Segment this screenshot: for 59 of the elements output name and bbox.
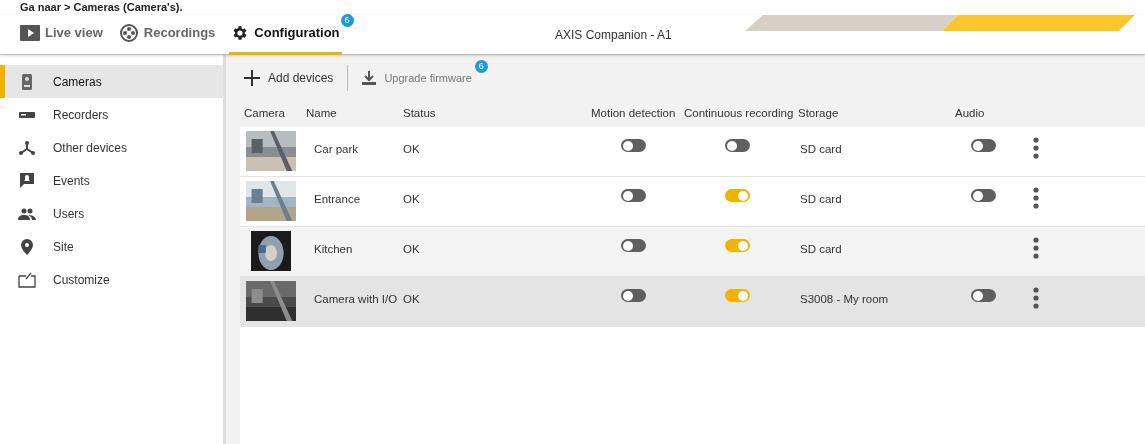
table-cell-text: SD card xyxy=(799,242,843,257)
more-options-icon[interactable] xyxy=(1033,287,1039,309)
table-cell-text: SD card xyxy=(799,142,843,157)
network-icon xyxy=(19,140,35,155)
sidebar-item[interactable]: Site xyxy=(0,230,223,263)
film-reel-icon xyxy=(118,23,139,43)
sidebar-item[interactable]: Other devices xyxy=(0,131,223,164)
sidebar-item[interactable]: Customize xyxy=(0,263,223,296)
toggle-switch[interactable] xyxy=(621,239,646,252)
notification-badge: 6 xyxy=(474,59,488,73)
nav-tab[interactable]: Live view xyxy=(18,14,105,55)
sidebar-item[interactable]: Users xyxy=(0,197,223,230)
toggle-switch[interactable] xyxy=(970,139,996,152)
toggle-switch[interactable] xyxy=(724,289,750,302)
plus-icon xyxy=(244,70,260,86)
toggle-switch[interactable] xyxy=(724,139,750,152)
more-options-icon[interactable] xyxy=(1033,137,1039,159)
download-icon xyxy=(362,71,377,85)
toggle-switch[interactable] xyxy=(621,189,646,202)
bell-icon xyxy=(20,173,34,188)
table-cell-text: OK xyxy=(402,142,421,157)
more-options-icon[interactable] xyxy=(1033,237,1039,259)
table-cell-text: SD card xyxy=(799,192,843,207)
notification-badge: 6 xyxy=(340,13,354,27)
sidebar-item[interactable]: Recorders xyxy=(0,98,223,131)
sidebar-item[interactable]: Cameras xyxy=(0,65,223,98)
more-options-icon[interactable] xyxy=(1033,187,1039,209)
table-cell-text: OK xyxy=(402,192,421,207)
column-header: Audio xyxy=(954,106,986,122)
table-cell-text: OK xyxy=(402,242,421,257)
customize-icon xyxy=(18,271,36,288)
table-cell-text: OK xyxy=(402,292,421,307)
location-pin-icon xyxy=(21,238,33,255)
nav-tab[interactable]: Recordings xyxy=(116,14,218,55)
toggle-switch[interactable] xyxy=(970,289,996,302)
column-header: Motion detection xyxy=(590,106,677,122)
toggle-switch[interactable] xyxy=(724,239,750,252)
column-header: Status xyxy=(402,106,437,122)
camera-icon xyxy=(22,73,32,90)
column-header: Name xyxy=(305,106,338,122)
toggle-switch[interactable] xyxy=(621,139,646,152)
window-title: AXIS Companion - A1 xyxy=(555,26,672,44)
table-cell-text: Kitchen xyxy=(313,242,354,257)
table-cell-text: Entrance xyxy=(313,192,362,207)
caption: Ga naar > Cameras (Camera's). xyxy=(19,0,184,15)
table-cell-text: Car park xyxy=(313,142,360,157)
toggle-switch[interactable] xyxy=(724,189,750,202)
add-devices-button[interactable]: Add devices xyxy=(238,69,340,87)
toggle-switch[interactable] xyxy=(970,189,996,202)
users-icon xyxy=(18,207,36,220)
column-header: Continuous recording xyxy=(683,106,794,122)
column-header: Camera xyxy=(243,106,286,122)
table-cell-text: Camera with I/O xyxy=(313,292,399,307)
play-icon xyxy=(20,25,40,41)
column-header: Storage xyxy=(797,106,840,122)
sidebar-item[interactable]: Events xyxy=(0,164,223,197)
recorder-icon xyxy=(19,111,35,118)
toggle-switch[interactable] xyxy=(621,289,646,302)
table-cell-text: S3008 - My room xyxy=(799,292,890,307)
